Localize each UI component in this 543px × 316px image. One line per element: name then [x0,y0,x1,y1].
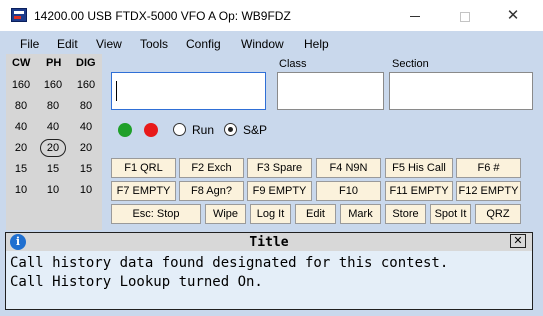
section-label: Section [392,58,429,70]
qrz-button[interactable]: QRZ [475,204,521,224]
info-bar-header: i Title ✕ [6,233,532,251]
maximize-icon [460,11,470,22]
band-ph-20-selected[interactable]: 20 [40,139,66,157]
band-cw-40[interactable]: 40 [8,121,34,133]
edit-button[interactable]: Edit [295,204,336,224]
info-bar: i Title ✕ Call history data found design… [5,232,533,310]
band-ph-40[interactable]: 40 [40,121,66,133]
f3-button[interactable]: F3 Spare [247,158,312,178]
band-header-dig: DIG [76,57,96,69]
info-close-button[interactable]: ✕ [510,234,526,248]
minimize-button[interactable] [393,4,437,28]
window-title: 14200.00 USB FTDX-5000 VFO A Op: WB9FDZ [34,9,291,23]
band-cw-10[interactable]: 10 [8,184,34,196]
spot-it-button[interactable]: Spot It [430,204,471,224]
info-message-line: Call History Lookup turned On. [10,274,263,290]
sp-radio[interactable] [224,123,237,136]
client-area: File Edit View Tools Config Window Help … [0,31,543,316]
f12-button[interactable]: F12 EMPTY [456,181,521,201]
f7-button[interactable]: F7 EMPTY [111,181,176,201]
band-panel: CW PH DIG 160 160 160 80 80 80 40 40 40 … [6,54,102,230]
f8-button[interactable]: F8 Agn? [179,181,244,201]
green-status-indicator [118,123,132,137]
title-bar: 14200.00 USB FTDX-5000 VFO A Op: WB9FDZ … [0,0,543,31]
red-status-indicator [144,123,158,137]
callsign-input[interactable] [111,72,266,110]
close-button[interactable]: ✕ [491,4,535,28]
band-header-ph: PH [46,57,62,69]
class-label: Class [279,58,307,70]
band-dig-40[interactable]: 40 [73,121,99,133]
band-cw-160[interactable]: 160 [8,79,34,91]
band-dig-160[interactable]: 160 [73,79,99,91]
menu-help[interactable]: Help [304,37,329,51]
band-header-cw: CW [12,57,31,69]
app-logo-icon [11,8,27,22]
minimize-icon [410,16,420,18]
menu-view[interactable]: View [96,37,122,51]
f11-button[interactable]: F11 EMPTY [385,181,453,201]
band-dig-10[interactable]: 10 [73,184,99,196]
sp-label: S&P [243,123,268,137]
run-radio[interactable] [173,123,186,136]
f5-button[interactable]: F5 His Call [385,158,453,178]
band-cw-15[interactable]: 15 [8,163,34,175]
f10-button[interactable]: F10 [316,181,381,201]
run-label: Run [192,123,215,137]
band-dig-80[interactable]: 80 [73,100,99,112]
f1-button[interactable]: F1 QRL [111,158,176,178]
band-ph-15[interactable]: 15 [40,163,66,175]
class-input[interactable] [277,72,384,110]
f6-button[interactable]: F6 # [456,158,521,178]
menu-edit[interactable]: Edit [57,37,78,51]
menu-tools[interactable]: Tools [140,37,168,51]
f9-button[interactable]: F9 EMPTY [247,181,312,201]
f2-button[interactable]: F2 Exch [179,158,244,178]
band-dig-15[interactable]: 15 [73,163,99,175]
maximize-button[interactable] [443,4,487,28]
menu-window[interactable]: Window [241,37,284,51]
text-caret [116,81,117,101]
menu-config[interactable]: Config [186,37,221,51]
band-ph-80[interactable]: 80 [40,100,66,112]
wipe-button[interactable]: Wipe [205,204,246,224]
band-cw-80[interactable]: 80 [8,100,34,112]
info-bar-title: Title [249,235,289,250]
main-window: 14200.00 USB FTDX-5000 VFO A Op: WB9FDZ … [0,0,543,316]
band-ph-10[interactable]: 10 [40,184,66,196]
section-input[interactable] [389,72,533,110]
menu-bar: File Edit View Tools Config Window Help [0,31,543,55]
band-cw-20[interactable]: 20 [8,142,34,154]
store-button[interactable]: Store [385,204,426,224]
info-message-line: Call history data found designated for t… [10,255,449,271]
band-ph-160[interactable]: 160 [40,79,66,91]
mark-button[interactable]: Mark [340,204,381,224]
log-it-button[interactable]: Log It [250,204,291,224]
f4-button[interactable]: F4 N9N [316,158,381,178]
band-dig-20[interactable]: 20 [73,142,99,154]
menu-file[interactable]: File [20,37,39,51]
esc-stop-button[interactable]: Esc: Stop [111,204,201,224]
